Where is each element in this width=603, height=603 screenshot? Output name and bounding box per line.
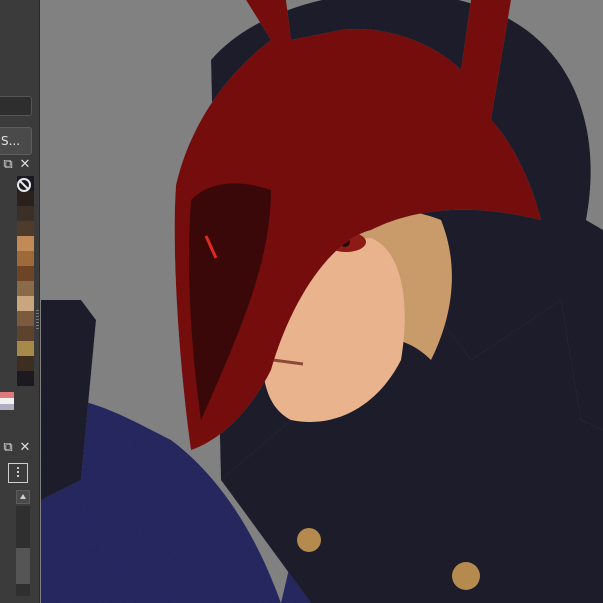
artwork-illustration: [41, 0, 603, 603]
close-icon[interactable]: ✕: [18, 158, 32, 172]
palette-swatch[interactable]: [17, 371, 34, 386]
palette-swatch[interactable]: [17, 326, 34, 341]
drawing-canvas[interactable]: [41, 0, 603, 603]
float-docker-icon[interactable]: ⧉: [1, 158, 15, 172]
palette-swatch[interactable]: [17, 206, 34, 221]
krita-window: S... ⧉ ✕ ⧉ ✕: [0, 0, 603, 603]
brush-preset-button[interactable]: S...: [0, 127, 32, 155]
scroll-up-arrow-icon[interactable]: [16, 490, 30, 504]
palette-swatch[interactable]: [17, 341, 34, 356]
palette-swatch[interactable]: [17, 221, 34, 236]
float-docker-icon[interactable]: ⧉: [1, 441, 15, 455]
scrollbar-thumb[interactable]: [16, 548, 30, 584]
palette-swatch[interactable]: [17, 281, 34, 296]
palette-docker-titlebar: ⧉ ✕: [0, 158, 39, 174]
palette-swatch[interactable]: [17, 191, 34, 206]
docker-text-field[interactable]: [0, 96, 32, 116]
palette-swatch[interactable]: [17, 251, 34, 266]
color-palette: [0, 176, 34, 436]
palette-swatch[interactable]: [17, 311, 34, 326]
left-docker-panel: S... ⧉ ✕ ⧉ ✕: [0, 0, 40, 603]
coat-button: [297, 528, 321, 552]
layers-docker-titlebar: ⧉ ✕: [0, 441, 39, 457]
close-icon[interactable]: ✕: [18, 441, 32, 455]
no-entry-icon[interactable]: [17, 178, 31, 192]
palette-swatch[interactable]: [17, 296, 34, 311]
palette-swatch[interactable]: [0, 404, 14, 410]
coat-button: [452, 562, 480, 590]
layers-docker: [0, 458, 39, 603]
palette-swatch[interactable]: [17, 356, 34, 371]
palette-swatch[interactable]: [17, 236, 34, 251]
palette-swatch[interactable]: [17, 266, 34, 281]
palette-resize-grip[interactable]: [36, 310, 39, 330]
layer-options-icon[interactable]: [8, 463, 28, 483]
